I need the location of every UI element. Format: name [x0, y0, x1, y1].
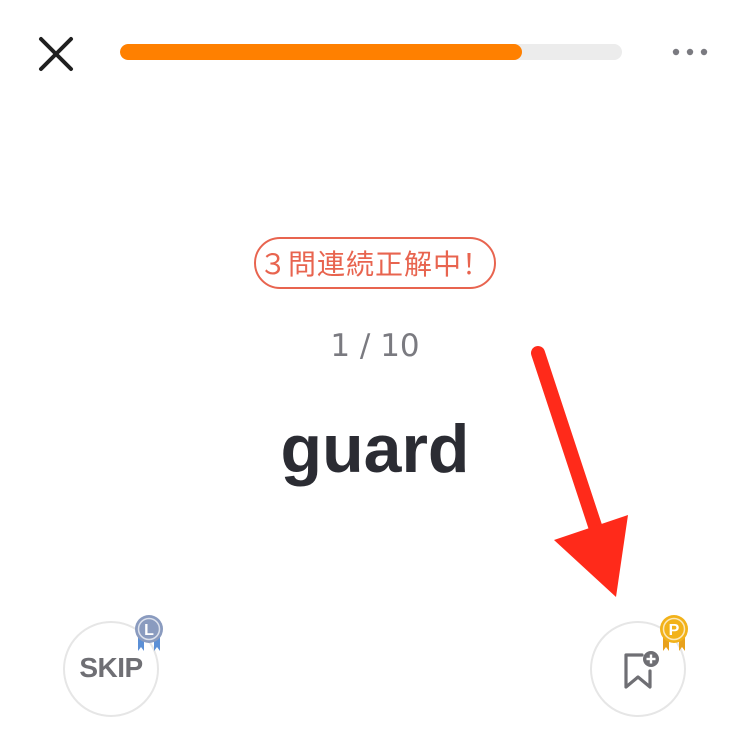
close-icon	[39, 37, 73, 71]
more-options-button[interactable]	[668, 36, 712, 68]
streak-badge: ３問連続正解中！	[254, 237, 496, 289]
red-arrow-icon	[531, 346, 628, 597]
more-horizontal-icon	[672, 48, 708, 56]
premium-medal-letter: P	[669, 622, 680, 639]
bookmark-add-icon	[624, 651, 659, 689]
level-medal-letter: L	[144, 622, 154, 639]
level-medal-icon: L	[135, 615, 163, 651]
skip-label: SKIP	[79, 652, 143, 683]
progress-bar-fill	[120, 44, 522, 60]
close-button[interactable]	[32, 30, 80, 78]
premium-medal-icon: P	[660, 615, 688, 651]
progress-bar	[120, 44, 622, 60]
